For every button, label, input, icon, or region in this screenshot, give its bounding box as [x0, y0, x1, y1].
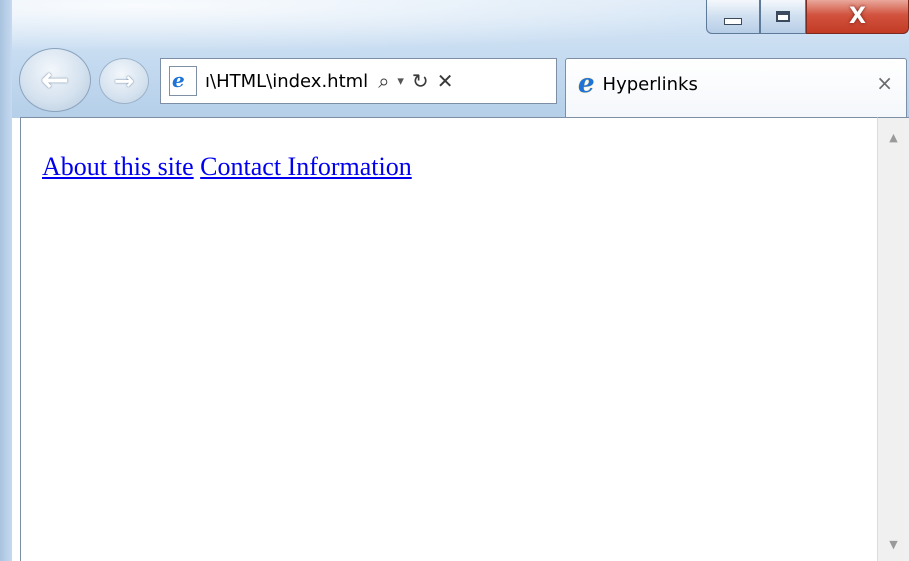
maximize-icon	[776, 11, 790, 22]
forward-arrow-icon: →	[113, 67, 135, 95]
address-bar[interactable]: e ı\HTML\index.html ⌕ ▾ ↻ ✕	[160, 58, 557, 104]
back-arrow-icon: ←	[40, 60, 70, 100]
close-icon: X	[849, 3, 866, 29]
vertical-scrollbar[interactable]: ▲ ▼	[877, 117, 909, 561]
back-button[interactable]: ←	[19, 48, 91, 112]
page-icon: e	[169, 66, 197, 96]
tab-close-icon[interactable]: ×	[876, 73, 893, 93]
scroll-down-icon[interactable]: ▼	[878, 529, 909, 559]
tab-hyperlinks[interactable]: e Hyperlinks ×	[565, 58, 907, 118]
ie-logo-icon: e	[172, 68, 185, 92]
refresh-icon[interactable]: ↻	[412, 71, 429, 91]
scroll-up-icon[interactable]: ▲	[878, 122, 909, 152]
link-list: About this site Contact Information	[42, 152, 412, 182]
address-tools: ⌕ ▾ ↻ ✕	[378, 71, 453, 91]
stop-icon[interactable]: ✕	[437, 71, 454, 91]
forward-button[interactable]: →	[99, 58, 149, 104]
dropdown-icon[interactable]: ▾	[397, 75, 404, 88]
minimize-button[interactable]	[706, 0, 760, 34]
close-window-button[interactable]: X	[806, 0, 909, 34]
page-content: About this site Contact Information	[20, 117, 877, 561]
link-about[interactable]: About this site	[42, 152, 194, 181]
frame-left-edge	[0, 0, 12, 561]
maximize-button[interactable]	[760, 0, 806, 34]
link-contact[interactable]: Contact Information	[200, 152, 412, 181]
search-icon[interactable]: ⌕	[378, 71, 389, 91]
browser-window: X ← → e ı\HTML\index.html ⌕ ▾ ↻ ✕ e Hype…	[0, 0, 909, 561]
ie-logo-icon: e	[578, 69, 595, 99]
tab-title: Hyperlinks	[602, 74, 698, 95]
address-input[interactable]: ı\HTML\index.html	[205, 71, 368, 92]
minimize-icon	[724, 18, 742, 25]
caption-buttons: X	[706, 0, 909, 40]
